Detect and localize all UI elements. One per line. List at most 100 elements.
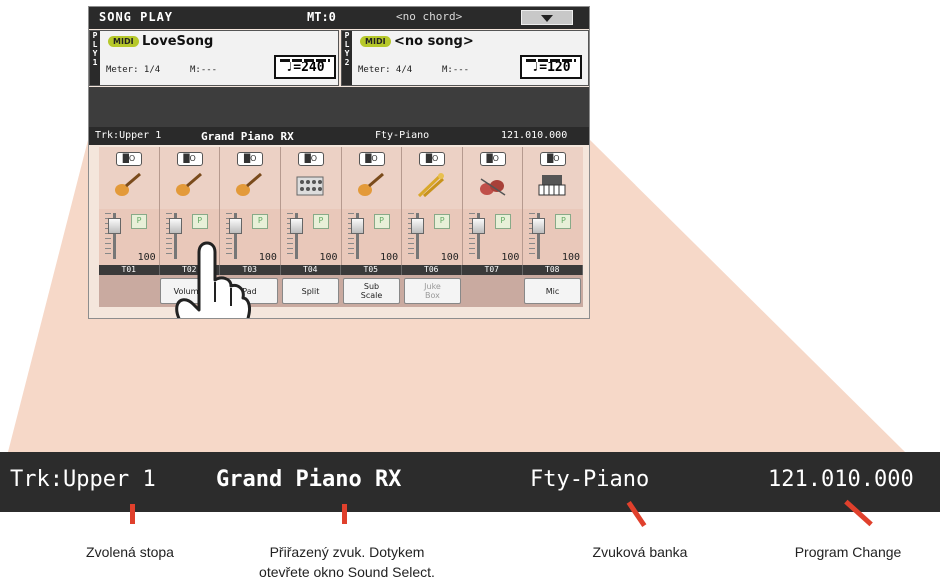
tab-blank <box>101 278 156 304</box>
guitar-icon <box>175 172 202 196</box>
fader-handle[interactable] <box>350 218 364 234</box>
caption-sound-2: otevřete okno Sound Select. <box>259 564 435 580</box>
measure: M:--- <box>442 65 470 75</box>
track-cell[interactable]: █O <box>523 147 583 209</box>
chord-display: <no chord> <box>396 10 463 23</box>
strings-icon <box>479 178 506 196</box>
meter: Meter: 4/4 <box>358 65 413 75</box>
header-bar: SONG PLAY MT:0 <no chord> <box>89 7 589 29</box>
volume-value: 100 <box>319 252 338 263</box>
fader-cell[interactable]: P 100 <box>402 209 463 265</box>
tab-sub-scale[interactable]: Sub Scale <box>343 278 400 304</box>
fader-cell[interactable]: P 100 <box>462 209 524 265</box>
pointing-hand-icon <box>175 241 251 318</box>
track-cell[interactable]: █O <box>280 147 342 209</box>
mute-toggle[interactable]: █O <box>540 152 567 166</box>
fader-handle[interactable] <box>108 218 121 234</box>
keyboard-icon <box>538 175 566 196</box>
fader-handle[interactable] <box>411 218 425 234</box>
track-name: Trk:Upper 1 <box>95 130 162 141</box>
zoom-program-change: 121.010.000 <box>768 467 914 492</box>
guitar-icon <box>357 172 384 196</box>
song-name[interactable]: <no song> <box>394 34 474 49</box>
track-sound-row: █O █O █O █O █O █O █O █O <box>99 147 583 209</box>
mute-toggle[interactable]: █O <box>297 152 324 166</box>
track-info-bar: Trk:Upper 1 Grand Piano RX Fty-Piano 121… <box>89 127 589 145</box>
brass-icon <box>418 173 445 198</box>
drumkit-icon <box>296 176 324 196</box>
track-cell[interactable]: █O <box>402 147 463 209</box>
chevron-down-icon <box>541 15 553 22</box>
mute-toggle[interactable]: █O <box>237 152 264 166</box>
caption-track: Zvolená stopa <box>86 544 174 560</box>
tab-blank <box>465 278 520 304</box>
sound-name[interactable]: Grand Piano RX <box>201 130 294 143</box>
player-2-label: PLY2 <box>342 31 352 85</box>
song-name[interactable]: LoveSong <box>142 34 213 49</box>
caption-bank: Zvuková banka <box>592 544 688 560</box>
volume-value: 100 <box>440 252 459 263</box>
tab-mic[interactable]: Mic <box>524 278 581 304</box>
fader-cell[interactable]: P 100 <box>99 209 160 265</box>
volume-value: 100 <box>501 252 520 263</box>
play-toggle[interactable]: P <box>434 214 451 229</box>
page-menu-button[interactable] <box>521 10 573 25</box>
program-change: 121.010.000 <box>501 130 568 141</box>
master-transpose: MT:0 <box>307 10 336 24</box>
track-number: T08 <box>523 265 583 275</box>
page-title: SONG PLAY <box>99 10 174 24</box>
fader-handle[interactable] <box>532 218 546 234</box>
track-cell[interactable]: █O <box>159 147 221 209</box>
play-toggle[interactable]: P <box>555 214 572 229</box>
mute-toggle[interactable]: █O <box>419 152 446 166</box>
track-cell[interactable]: █O <box>462 147 524 209</box>
track-cell[interactable]: █O <box>341 147 403 209</box>
track-cell[interactable]: █O <box>99 147 160 209</box>
zoom-sound-bank: Fty-Piano <box>530 467 650 492</box>
lyrics-area <box>89 87 589 127</box>
track-number: T01 <box>99 265 160 275</box>
track-number: T04 <box>281 265 341 275</box>
volume-value: 100 <box>258 252 277 263</box>
track-cell[interactable]: █O <box>220 147 281 209</box>
play-toggle[interactable]: P <box>131 214 147 229</box>
midi-badge: MIDI <box>108 36 139 47</box>
callout-marker <box>342 504 347 524</box>
mute-toggle[interactable]: █O <box>116 152 142 166</box>
fader-handle[interactable] <box>471 218 485 234</box>
volume-value: 100 <box>380 252 399 263</box>
sound-bank: Fty-Piano <box>375 130 430 141</box>
play-toggle[interactable]: P <box>494 214 511 229</box>
tempo-display[interactable]: ♩=240 <box>274 55 336 79</box>
mute-toggle[interactable]: █O <box>176 152 203 166</box>
device-screen: SONG PLAY MT:0 <no chord> PLY1 MIDI Love… <box>88 6 590 319</box>
player-1-label: PLY1 <box>90 31 100 85</box>
track-number: T06 <box>402 265 462 275</box>
play-toggle[interactable]: P <box>191 214 208 229</box>
caption-program: Program Change <box>794 544 902 560</box>
meter: Meter: 1/4 <box>106 65 161 75</box>
guitar-icon <box>115 172 141 196</box>
player-1-panel[interactable]: PLY1 MIDI LoveSong Meter: 1/4 M:--- ♩=24… <box>89 30 339 86</box>
zoom-track-name: Trk:Upper 1 <box>10 467 156 492</box>
guitar-icon <box>236 172 263 196</box>
mute-toggle[interactable]: █O <box>358 152 385 166</box>
fader-cell[interactable]: P 100 <box>341 209 403 265</box>
volume-value: 100 <box>137 252 156 263</box>
player-2-panel[interactable]: PLY2 MIDI <no song> Meter: 4/4 M:--- ♩=1… <box>341 30 589 86</box>
play-toggle[interactable]: P <box>252 214 269 229</box>
mute-toggle[interactable]: █O <box>479 152 506 166</box>
tempo-display[interactable]: ♩=120 <box>520 55 582 79</box>
play-toggle[interactable]: P <box>373 214 390 229</box>
callout-marker <box>130 504 135 524</box>
fader-cell[interactable]: P 100 <box>523 209 583 265</box>
tab-split[interactable]: Split <box>282 278 339 304</box>
zoomed-info-bar: Trk:Upper 1 Grand Piano RX Fty-Piano 121… <box>0 452 940 512</box>
measure: M:--- <box>190 65 218 75</box>
fader-handle[interactable] <box>289 218 303 234</box>
midi-badge: MIDI <box>360 36 391 47</box>
zoom-sound-name[interactable]: Grand Piano RX <box>216 467 401 492</box>
tab-juke-box[interactable]: Juke Box <box>404 278 461 304</box>
play-toggle[interactable]: P <box>312 214 329 229</box>
fader-cell[interactable]: P 100 <box>280 209 342 265</box>
